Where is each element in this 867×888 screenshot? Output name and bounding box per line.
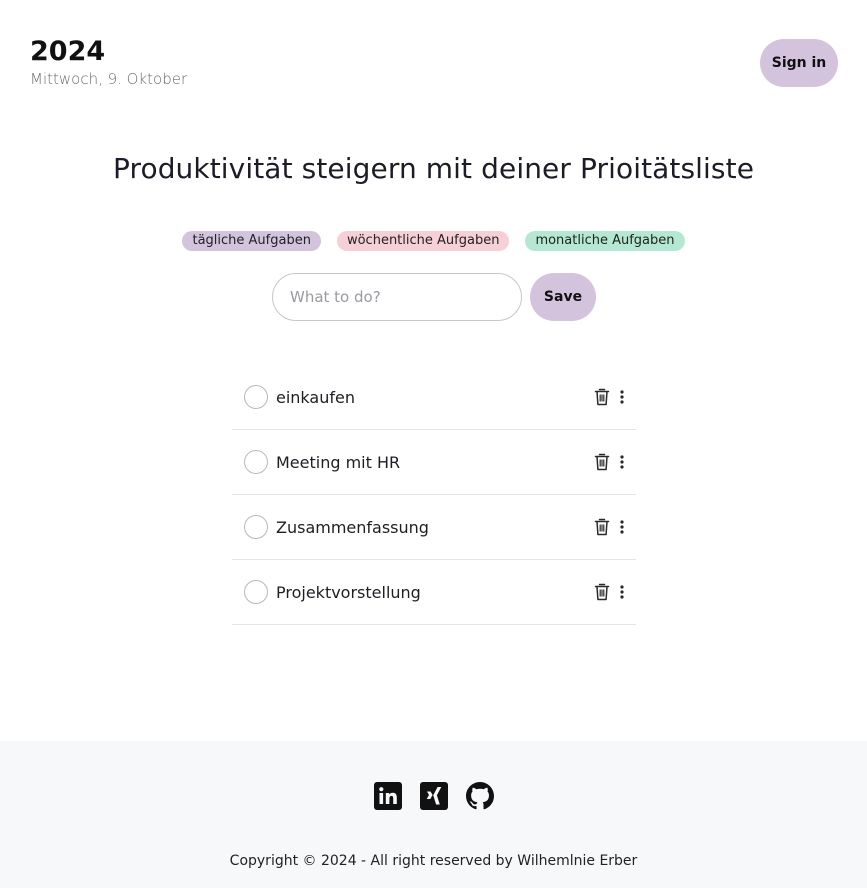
todo-input[interactable]: [272, 273, 522, 321]
more-vertical-icon: [620, 455, 624, 469]
more-options-button[interactable]: [616, 453, 636, 471]
github-icon: [465, 782, 494, 810]
sign-in-button[interactable]: Sign in: [760, 39, 838, 87]
tag-daily[interactable]: tägliche Aufgaben: [182, 231, 321, 251]
todo-text: einkaufen: [276, 387, 355, 407]
xing-icon: [419, 782, 448, 810]
todo-checkbox[interactable]: [244, 515, 268, 539]
copyright-text: Copyright © 2024 - All right reserved by…: [229, 853, 638, 869]
tag-weekly[interactable]: wöchentliche Aufgaben: [336, 231, 510, 251]
current-date: Mittwoch, 9. Oktober: [30, 70, 188, 88]
trash-icon: [594, 583, 610, 601]
social-links: [0, 781, 867, 811]
tag-monthly[interactable]: monatliche Aufgaben: [525, 231, 685, 251]
todo-item: Projektvorstellung: [232, 560, 636, 625]
todo-text: Meeting mit HR: [276, 452, 401, 472]
delete-button[interactable]: [594, 518, 616, 536]
more-options-button[interactable]: [616, 518, 636, 536]
xing-link[interactable]: [419, 781, 448, 811]
delete-button[interactable]: [594, 453, 616, 471]
todo-text: Zusammenfassung: [276, 517, 429, 537]
more-options-button[interactable]: [616, 388, 636, 406]
year-heading: 2024: [30, 36, 106, 67]
trash-icon: [594, 518, 610, 536]
header: 2024 Mittwoch, 9. Oktober: [30, 36, 187, 88]
todo-checkbox[interactable]: [244, 450, 268, 474]
more-vertical-icon: [620, 520, 624, 534]
page-title: Produktivität steigern mit deiner Prioit…: [112, 152, 755, 185]
todo-form: Save: [272, 273, 596, 321]
delete-button[interactable]: [594, 388, 616, 406]
todo-text: Projektvorstellung: [276, 582, 421, 602]
trash-icon: [594, 388, 610, 406]
linkedin-icon: [373, 782, 402, 810]
more-options-button[interactable]: [616, 583, 636, 601]
todo-list: einkaufen Meeting mit HR Zusammenfassung Pr…: [232, 365, 636, 625]
category-tags: tägliche Aufgaben wöchentliche Aufgaben …: [0, 231, 867, 251]
todo-item: einkaufen: [232, 365, 636, 430]
todo-checkbox[interactable]: [244, 385, 268, 409]
linkedin-link[interactable]: [373, 781, 402, 811]
more-vertical-icon: [620, 390, 624, 404]
todo-item: Zusammenfassung: [232, 495, 636, 560]
todo-item: Meeting mit HR: [232, 430, 636, 495]
more-vertical-icon: [620, 585, 624, 599]
footer: Copyright © 2024 - All right reserved by…: [0, 741, 867, 888]
save-button[interactable]: Save: [530, 273, 596, 321]
delete-button[interactable]: [594, 583, 616, 601]
trash-icon: [594, 453, 610, 471]
github-link[interactable]: [465, 781, 494, 811]
todo-checkbox[interactable]: [244, 580, 268, 604]
